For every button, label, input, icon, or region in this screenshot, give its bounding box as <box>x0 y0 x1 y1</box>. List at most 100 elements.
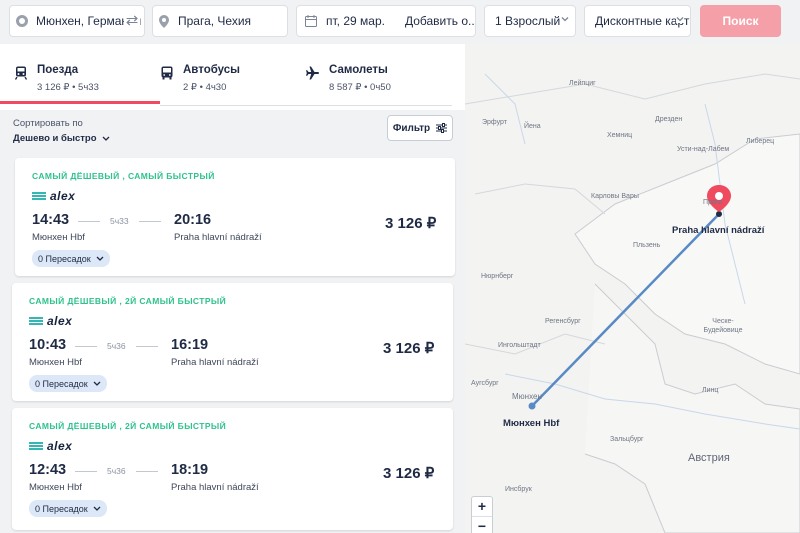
sort-label: Сортировать по <box>13 118 83 129</box>
arrival-station: Praha hlavní nádraží <box>171 357 259 368</box>
zoom-in-button[interactable]: + <box>472 497 492 516</box>
map-label: Аугсбург <box>471 380 499 387</box>
duration-line <box>75 471 97 472</box>
departure-station: Мюнхен Hbf <box>32 232 85 243</box>
destination-field[interactable]: Прага, Чехия <box>152 5 288 37</box>
chevron-down-icon <box>93 381 101 386</box>
discount-cards-select[interactable]: Дисконтные карты <box>584 5 691 37</box>
arrival-time: 16:19 <box>171 337 209 353</box>
train-icon <box>14 66 28 80</box>
map-label: Зальцбург <box>610 436 644 443</box>
filter-label: Фильтр <box>392 122 431 134</box>
alex-logo-icon <box>29 317 43 325</box>
departure-time: 12:43 <box>29 462 67 478</box>
duration-line <box>78 221 100 222</box>
tab-flights[interactable]: Самолеты 8 587 ₽ • 0ч50 <box>306 64 391 108</box>
tab-trains-title: Поезда <box>37 64 79 76</box>
result-card[interactable]: САМЫЙ ДЁШЕВЫЙ , 2Й САМЫЙ БЫСТРЫЙ alex 12… <box>12 408 453 530</box>
carrier-name: alex <box>47 314 73 328</box>
date-field[interactable]: пт, 29 мар. Добавить о... <box>296 5 476 37</box>
alex-logo-icon <box>32 192 46 200</box>
add-return-date[interactable]: Добавить о... <box>405 14 475 28</box>
transfers-badge[interactable]: 0 Пересадок <box>29 375 107 392</box>
tab-buses-summary: 2 ₽ • 4ч30 <box>183 82 227 93</box>
sort-dropdown[interactable]: Дешево и быстро <box>13 133 110 144</box>
arrival-time: 20:16 <box>174 212 212 228</box>
chevron-down-icon <box>561 17 569 22</box>
carrier-name: alex <box>47 439 73 453</box>
map-label: Хемниц <box>607 132 633 139</box>
filter-button[interactable]: Фильтр <box>387 115 453 141</box>
chevron-down-icon <box>676 15 684 23</box>
calendar-icon <box>305 15 317 27</box>
result-card[interactable]: САМЫЙ ДЁШЕВЫЙ , САМЫЙ БЫСТРЫЙ alex 14:43… <box>15 158 455 276</box>
map-zoom-control: + − <box>471 496 493 533</box>
departure-time: 10:43 <box>29 337 67 353</box>
map-label: Дрезден <box>655 116 683 123</box>
departure-station: Мюнхен Hbf <box>29 357 82 368</box>
destination-value: Прага, Чехия <box>178 14 252 28</box>
ticket-price: 3 126 ₽ <box>383 465 435 482</box>
passengers-select[interactable]: 1 Взрослый <box>484 5 576 37</box>
search-bar: Мюнхен, Германия ⇄ Прага, Чехия пт, 29 м… <box>0 0 800 44</box>
result-card[interactable]: САМЫЙ ДЁШЕВЫЙ , 2Й САМЫЙ БЫСТРЫЙ alex 10… <box>12 283 453 401</box>
active-tab-indicator <box>0 101 160 104</box>
chevron-down-icon <box>93 506 101 511</box>
alex-logo-icon <box>29 442 43 450</box>
duration-line <box>136 346 158 347</box>
result-tag: САМЫЙ ДЁШЕВЫЙ , 2Й САМЫЙ БЫСТРЫЙ <box>29 421 227 431</box>
tab-buses[interactable]: Автобусы 2 ₽ • 4ч30 <box>160 64 240 108</box>
ticket-price: 3 126 ₽ <box>385 215 437 232</box>
plane-icon <box>306 66 319 80</box>
map-label: Регенсбург <box>545 318 581 325</box>
ticket-price: 3 126 ₽ <box>383 340 435 357</box>
transport-tabs: Поезда 3 126 ₽ • 5ч33 Автобусы 2 ₽ • 4ч3… <box>0 44 465 110</box>
map-label: Мюнхен <box>512 392 542 401</box>
transfers-label: 0 Пересадок <box>38 253 91 264</box>
carrier-name: alex <box>50 189 76 203</box>
route-map[interactable]: Лейпциг Эрфурт Йена Дрезден Хемниц Усти-… <box>465 44 800 533</box>
tab-trains-summary: 3 126 ₽ • 5ч33 <box>37 82 99 93</box>
transfers-label: 0 Пересадок <box>35 503 88 514</box>
origin-field[interactable]: Мюнхен, Германия ⇄ <box>9 5 145 37</box>
passengers-value: 1 Взрослый <box>495 14 561 28</box>
result-tag: САМЫЙ ДЁШЕВЫЙ , 2Й САМЫЙ БЫСТРЫЙ <box>29 296 227 306</box>
map-label: Йена <box>524 123 541 130</box>
trip-duration: 5ч36 <box>107 466 126 476</box>
transfers-label: 0 Пересадок <box>35 378 88 389</box>
tab-flights-summary: 8 587 ₽ • 0ч50 <box>329 82 391 93</box>
transfers-badge[interactable]: 0 Пересадок <box>32 250 110 267</box>
carrier-logo: alex <box>29 439 72 453</box>
tabs-divider <box>160 105 452 106</box>
origin-icon <box>16 15 28 27</box>
chevron-down-icon <box>96 256 104 261</box>
map-label: Прага <box>703 199 723 206</box>
trip-duration: 5ч36 <box>107 341 126 351</box>
map-label: Ингольштадт <box>498 342 541 349</box>
map-label: Нюрнберг <box>481 273 514 280</box>
arrival-time: 18:19 <box>171 462 209 478</box>
duration-line <box>136 471 158 472</box>
map-base <box>465 73 800 533</box>
tab-buses-title: Автобусы <box>183 64 241 76</box>
swap-icon[interactable]: ⇄ <box>124 13 140 29</box>
departure-date: пт, 29 мар. <box>326 14 385 28</box>
sort-control[interactable]: Сортировать по Дешево и быстро <box>13 118 110 144</box>
arrival-station: Praha hlavní nádraží <box>171 482 259 493</box>
map-label: Либерец <box>746 138 775 145</box>
search-button[interactable]: Поиск <box>700 5 781 37</box>
origin-dot <box>528 402 536 410</box>
transfers-badge[interactable]: 0 Пересадок <box>29 500 107 517</box>
duration-line <box>75 346 97 347</box>
tab-flights-title: Самолеты <box>329 64 388 76</box>
map-label: Инсбрук <box>505 486 532 493</box>
map-label: Пльзень <box>633 242 661 249</box>
map-label: Усти-над-Лабем <box>677 146 730 153</box>
map-origin-label: Мюнхен Hbf <box>503 418 560 429</box>
result-tag: САМЫЙ ДЁШЕВЫЙ , САМЫЙ БЫСТРЫЙ <box>32 171 215 181</box>
departure-time: 14:43 <box>32 212 70 228</box>
map-destination-label: Praha hlavní nádraží <box>672 225 765 236</box>
zoom-out-button[interactable]: − <box>472 517 492 533</box>
sliders-icon <box>436 123 448 133</box>
map-label: Линц <box>702 387 719 394</box>
